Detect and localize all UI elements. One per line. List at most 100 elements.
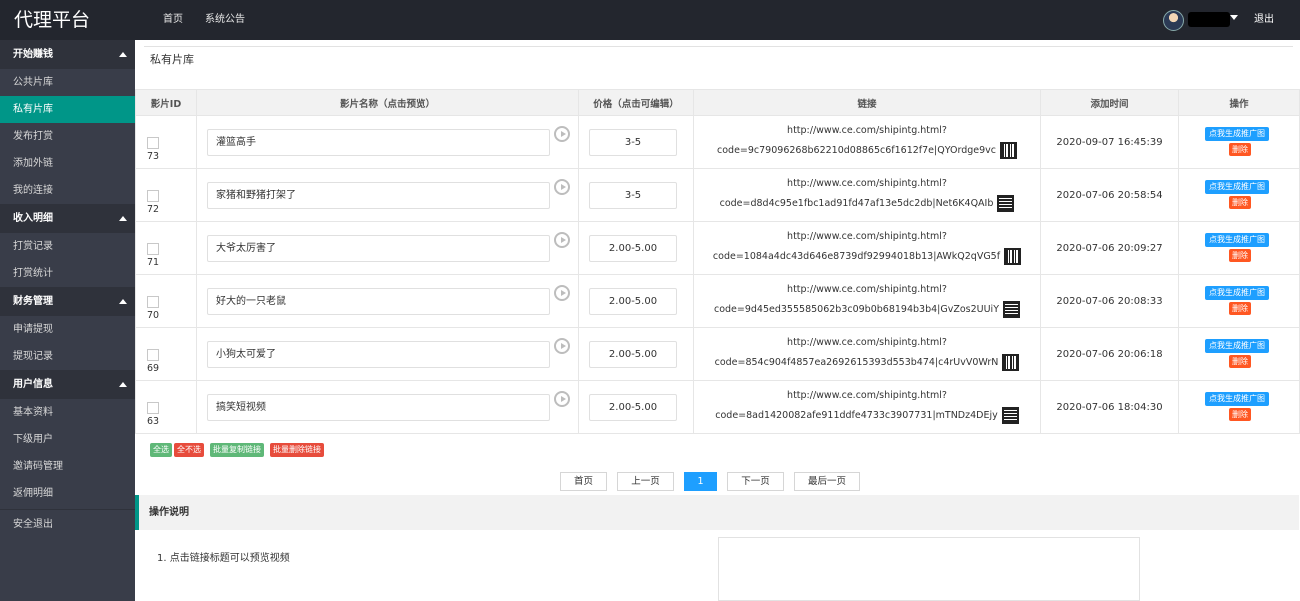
chevron-down-icon[interactable] — [1230, 15, 1238, 20]
delete-button[interactable]: 删除 — [1229, 355, 1251, 368]
sidebar-item-my-links[interactable]: 我的连接 — [0, 177, 135, 204]
link-url[interactable]: http://www.ce.com/shipintg.html? — [694, 178, 1040, 189]
qr-code-icon[interactable] — [997, 195, 1015, 212]
table-row: 69 小狗太可爱了 2.00-5.00 http://www.ce.com/sh… — [135, 327, 1300, 381]
video-name-input[interactable]: 好大的一只老鼠 — [207, 288, 550, 315]
table-row: 73 灌篮高手 3-5 http://www.ce.com/shipintg.h… — [135, 115, 1300, 169]
sidebar-item-publish-reward[interactable]: 发布打赏 — [0, 123, 135, 150]
batch-actions: 全选 全不选 批量复制链接 批量删除链接 — [150, 443, 324, 457]
generate-promo-button[interactable]: 点我生成推广图 — [1205, 180, 1269, 194]
price-cell: 2.00-5.00 — [578, 327, 694, 381]
video-name-input[interactable]: 搞笑短视频 — [207, 394, 550, 421]
video-name-input[interactable]: 灌篮高手 — [207, 129, 550, 156]
delete-button[interactable]: 删除 — [1229, 249, 1251, 262]
sidebar-item-apply-withdraw[interactable]: 申请提现 — [0, 316, 135, 343]
sidebar-item-withdraw-records[interactable]: 提现记录 — [0, 343, 135, 370]
delete-button[interactable]: 删除 — [1229, 408, 1251, 421]
link-code[interactable]: code=9d45ed355585062b3c09b0b68194b3b4|Gv… — [714, 304, 999, 315]
page-first-button[interactable]: 首页 — [560, 472, 607, 491]
nav-announcements[interactable]: 系统公告 — [194, 0, 256, 40]
nav-home[interactable]: 首页 — [152, 0, 194, 40]
link-url[interactable]: http://www.ce.com/shipintg.html? — [694, 231, 1040, 242]
play-icon[interactable] — [554, 232, 570, 248]
video-name-input[interactable]: 小狗太可爱了 — [207, 341, 550, 368]
qr-code-icon[interactable] — [1003, 301, 1020, 318]
row-checkbox[interactable] — [147, 296, 159, 308]
generate-promo-button[interactable]: 点我生成推广图 — [1205, 339, 1269, 353]
link-url[interactable]: http://www.ce.com/shipintg.html? — [694, 125, 1040, 136]
row-checkbox[interactable] — [147, 243, 159, 255]
row-checkbox[interactable] — [147, 190, 159, 202]
generate-promo-button[interactable]: 点我生成推广图 — [1205, 233, 1269, 247]
delete-button[interactable]: 删除 — [1229, 302, 1251, 315]
batch-delete-links-button[interactable]: 批量删除链接 — [270, 443, 324, 457]
id-cell: 63 — [135, 380, 197, 434]
sidebar-group-user[interactable]: 用户信息 — [0, 370, 135, 399]
link-code[interactable]: code=8ad1420082afe911ddfe4733c3907731|mT… — [715, 410, 997, 421]
link-url[interactable]: http://www.ce.com/shipintg.html? — [694, 284, 1040, 295]
logout-link[interactable]: 退出 — [1254, 0, 1274, 40]
sidebar-item-reward-stats[interactable]: 打赏统计 — [0, 260, 135, 287]
page-last-button[interactable]: 最后一页 — [794, 472, 860, 491]
qr-code-icon[interactable] — [1000, 142, 1017, 159]
sidebar-item-public-library[interactable]: 公共片库 — [0, 69, 135, 96]
page-current-button[interactable]: 1 — [684, 472, 717, 491]
price-input[interactable]: 2.00-5.00 — [589, 235, 677, 262]
video-name-input[interactable]: 家猪和野猪打架了 — [207, 182, 550, 209]
link-url[interactable]: http://www.ce.com/shipintg.html? — [694, 390, 1040, 401]
username-redacted[interactable] — [1188, 12, 1230, 27]
sidebar-item-reward-records[interactable]: 打赏记录 — [0, 233, 135, 260]
added-time: 2020-07-06 20:08:33 — [1040, 274, 1179, 328]
play-icon[interactable] — [554, 285, 570, 301]
price-input[interactable]: 2.00-5.00 — [589, 394, 677, 421]
play-icon[interactable] — [554, 391, 570, 407]
sidebar-item-add-external-link[interactable]: 添加外链 — [0, 150, 135, 177]
col-header-time: 添加时间 — [1040, 89, 1179, 116]
select-all-button[interactable]: 全选 — [150, 443, 172, 457]
generate-promo-button[interactable]: 点我生成推广图 — [1205, 127, 1269, 141]
video-name-input[interactable]: 大爷太厉害了 — [207, 235, 550, 262]
link-code[interactable]: code=9c79096268b62210d08865c6f1612f7e|QY… — [717, 145, 996, 156]
link-code[interactable]: code=1084a4dc43d646e8739df92994018b13|AW… — [713, 251, 1000, 262]
link-code[interactable]: code=854c904f4857ea2692615393d553b474|c4… — [715, 357, 999, 368]
sidebar-group-finance[interactable]: 财务管理 — [0, 287, 135, 316]
page-next-button[interactable]: 下一页 — [727, 472, 784, 491]
batch-copy-links-button[interactable]: 批量复制链接 — [210, 443, 264, 457]
play-icon[interactable] — [554, 126, 570, 142]
select-none-button[interactable]: 全不选 — [174, 443, 204, 457]
price-input[interactable]: 3-5 — [589, 129, 677, 156]
avatar[interactable] — [1163, 10, 1184, 31]
delete-button[interactable]: 删除 — [1229, 143, 1251, 156]
link-url[interactable]: http://www.ce.com/shipintg.html? — [694, 337, 1040, 348]
play-icon[interactable] — [554, 338, 570, 354]
sidebar-item-safe-logout[interactable]: 安全退出 — [0, 509, 135, 539]
play-icon[interactable] — [554, 179, 570, 195]
generate-promo-button[interactable]: 点我生成推广图 — [1205, 392, 1269, 406]
qr-code-icon[interactable] — [1004, 248, 1022, 265]
generate-promo-button[interactable]: 点我生成推广图 — [1205, 286, 1269, 300]
price-input[interactable]: 3-5 — [589, 182, 677, 209]
name-cell: 家猪和野猪打架了 — [196, 168, 579, 222]
qr-code-icon[interactable] — [1002, 354, 1020, 371]
qr-code-icon[interactable] — [1001, 407, 1019, 424]
sidebar-item-invite-codes[interactable]: 邀请码管理 — [0, 453, 135, 480]
sidebar-item-profile[interactable]: 基本资料 — [0, 399, 135, 426]
sidebar-group-label: 用户信息 — [13, 379, 53, 390]
link-code[interactable]: code=d8d4c95e1fbc1ad91fd47af13e5dc2db|Ne… — [720, 198, 994, 209]
price-input[interactable]: 2.00-5.00 — [589, 341, 677, 368]
sidebar-group-earn[interactable]: 开始赚钱 — [0, 40, 135, 69]
sidebar-item-sub-users[interactable]: 下级用户 — [0, 426, 135, 453]
row-checkbox[interactable] — [147, 349, 159, 361]
page-prev-button[interactable]: 上一页 — [617, 472, 674, 491]
row-checkbox[interactable] — [147, 137, 159, 149]
sidebar-group-income[interactable]: 收入明细 — [0, 204, 135, 233]
name-cell: 小狗太可爱了 — [196, 327, 579, 381]
delete-button[interactable]: 删除 — [1229, 196, 1251, 209]
row-checkbox[interactable] — [147, 402, 159, 414]
sidebar-item-private-library[interactable]: 私有片库 — [0, 96, 135, 123]
price-cell: 2.00-5.00 — [578, 274, 694, 328]
id-cell: 72 — [135, 168, 197, 222]
id-cell: 73 — [135, 115, 197, 169]
sidebar-item-rebate-details[interactable]: 返佣明细 — [0, 480, 135, 507]
price-input[interactable]: 2.00-5.00 — [589, 288, 677, 315]
